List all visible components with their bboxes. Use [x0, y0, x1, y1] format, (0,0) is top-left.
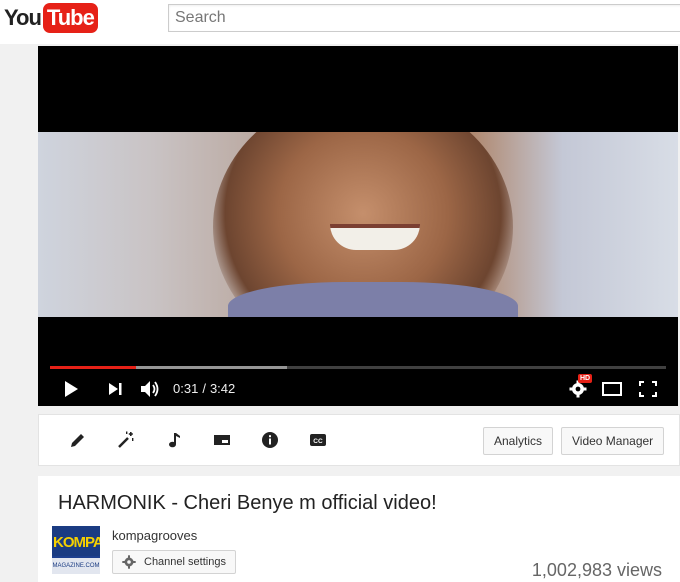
- next-icon[interactable]: [104, 372, 126, 406]
- edit-icon[interactable]: [67, 429, 89, 451]
- duration: 3:42: [209, 381, 236, 396]
- theater-mode-icon[interactable]: [600, 372, 624, 406]
- captions-icon[interactable]: CC: [307, 429, 329, 451]
- settings-icon[interactable]: HD: [566, 372, 593, 406]
- logo-you-text: You: [4, 5, 42, 30]
- svg-text:CC: CC: [313, 438, 323, 445]
- volume-icon[interactable]: [138, 372, 162, 406]
- gear-icon: [122, 555, 136, 569]
- search-input[interactable]: [168, 4, 680, 32]
- video-frame[interactable]: [38, 132, 678, 317]
- enhance-icon[interactable]: [115, 429, 137, 451]
- avatar-logo-text: KOMPA: [53, 534, 100, 551]
- audio-icon[interactable]: [163, 429, 185, 451]
- masthead: You Tube: [0, 0, 680, 44]
- player-controls: 0:31 / 3:42 HD: [38, 372, 678, 406]
- play-icon[interactable]: [60, 372, 82, 406]
- time-display: 0:31 / 3:42: [173, 372, 235, 406]
- avatar-logo-subtext: MAGAZINE.COM: [52, 558, 100, 574]
- youtube-logo[interactable]: You Tube: [4, 3, 98, 33]
- info-icon[interactable]: [259, 429, 281, 451]
- channel-name-link[interactable]: kompagrooves: [112, 528, 197, 543]
- video-manager-button[interactable]: Video Manager: [561, 427, 665, 455]
- channel-avatar[interactable]: KOMPA MAGAZINE.COM: [52, 526, 100, 574]
- hd-badge: HD: [578, 374, 593, 383]
- analytics-button[interactable]: Analytics: [483, 427, 554, 455]
- progress-played: [50, 366, 137, 369]
- creator-toolbar: CC Analytics Video Manager: [38, 414, 680, 466]
- video-info: HARMONIK - Cheri Benye m official video!…: [38, 476, 680, 582]
- channel-settings-label: Channel settings: [144, 556, 226, 568]
- view-count: 1,002,983 views: [531, 560, 662, 580]
- progress-bar[interactable]: [50, 366, 666, 369]
- video-title: HARMONIK - Cheri Benye m official video!: [58, 492, 437, 514]
- current-time: 0:31: [173, 381, 199, 396]
- channel-settings-button[interactable]: Channel settings: [112, 550, 236, 574]
- time-separator: /: [202, 381, 206, 396]
- video-player[interactable]: 0:31 / 3:42 HD: [38, 46, 678, 406]
- logo-tube-text: Tube: [42, 3, 98, 33]
- end-screen-icon[interactable]: [211, 429, 233, 451]
- fullscreen-icon[interactable]: [636, 372, 660, 406]
